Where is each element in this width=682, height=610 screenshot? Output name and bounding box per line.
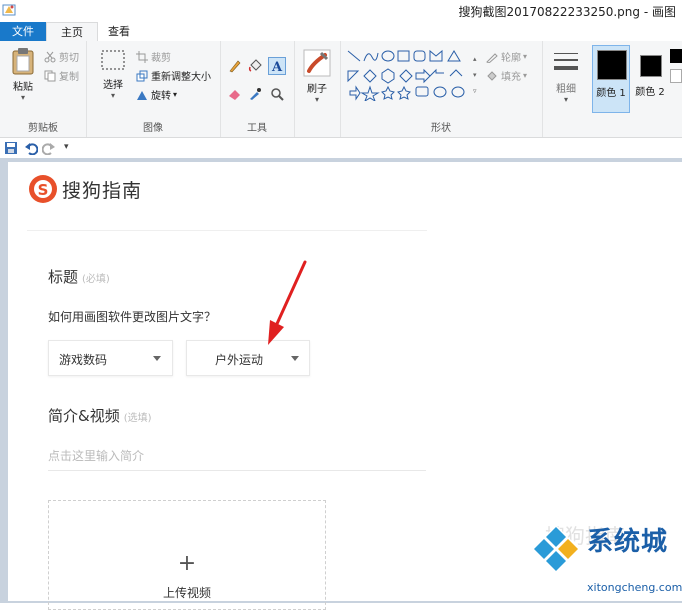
fill-label: 填充 <box>501 72 521 83</box>
brushes-group: 刷子 ▾ <box>294 41 341 137</box>
fill-icon <box>487 70 497 81</box>
cut-button[interactable]: 剪切 <box>44 49 79 64</box>
size-label: 粗细 <box>556 84 576 95</box>
size-dropdown-icon[interactable]: ▾ <box>548 95 584 104</box>
brushes-label: 刷子 <box>307 84 327 95</box>
fill-bucket-icon[interactable] <box>248 59 262 73</box>
text-tool-icon[interactable]: A <box>268 57 286 75</box>
color1-label: 颜色 1 <box>596 88 626 99</box>
eraser-icon[interactable] <box>228 87 242 101</box>
select-icon <box>101 50 125 70</box>
magnifier-icon[interactable] <box>270 87 284 101</box>
intro-underline <box>48 470 426 471</box>
undo-icon[interactable] <box>24 141 38 155</box>
upload-video-label: 上传视频 <box>162 586 211 600</box>
crop-icon <box>136 50 148 63</box>
paste-dropdown-icon[interactable]: ▾ <box>6 93 40 102</box>
resize-icon <box>136 70 148 81</box>
select-button[interactable]: 选择 ▾ <box>94 49 132 100</box>
rotate-button[interactable]: 旋转 ▾ <box>136 87 177 102</box>
tab-home[interactable]: 主页 <box>46 22 98 42</box>
color2-swatch <box>640 55 662 77</box>
select-dropdown-icon[interactable]: ▾ <box>94 91 132 100</box>
upload-video-box[interactable]: + 上传视频 <box>48 500 326 610</box>
color-picker-icon[interactable] <box>248 87 262 101</box>
tab-file[interactable]: 文件 <box>0 22 46 41</box>
ribbon-tab-bar: 文件 主页 查看 <box>0 22 682 42</box>
image-group-label: 图像 <box>143 123 163 134</box>
resize-button[interactable]: 重新调整大小 <box>136 68 211 83</box>
paint-app-icon[interactable] <box>2 2 16 16</box>
quick-access-toolbar: ▾ <box>0 138 682 158</box>
copy-label: 复制 <box>59 72 79 83</box>
palette-swatch-white[interactable] <box>670 69 682 83</box>
intro-optional-hint: (选填) <box>123 413 152 424</box>
plus-icon: + <box>177 551 197 576</box>
image-group: 选择 ▾ 裁剪 重新调整大小 旋转 ▾ 图像 <box>86 41 221 137</box>
tab-view[interactable]: 查看 <box>100 22 138 41</box>
clipboard-group-label: 剪贴板 <box>28 123 58 134</box>
copy-button[interactable]: 复制 <box>44 68 79 83</box>
outline-label: 轮廓 <box>501 53 521 64</box>
intro-field-label: 简介&视频 (选填) <box>48 405 152 426</box>
rotate-icon <box>137 90 147 100</box>
window-title: 搜狗截图20170822233250.png - 画图 <box>458 5 676 19</box>
resize-label: 重新调整大小 <box>151 72 211 83</box>
brush-icon <box>303 49 331 77</box>
rotate-dropdown-icon[interactable]: ▾ <box>173 90 177 99</box>
pencil-icon[interactable] <box>228 59 242 73</box>
save-icon[interactable] <box>4 141 18 155</box>
clipboard-group: 粘贴 ▾ 剪切 复制 剪贴板 <box>0 41 87 137</box>
paste-button[interactable]: 粘贴 ▾ <box>6 47 40 102</box>
cut-label: 剪切 <box>59 53 79 64</box>
outline-icon <box>486 52 498 63</box>
tools-group-label: 工具 <box>247 123 267 134</box>
paste-label: 粘贴 <box>13 82 33 93</box>
outline-button[interactable]: 轮廓 ▾ <box>486 49 527 64</box>
shapes-group: ▴ ▾ ▿ 轮廓 ▾ 填充 ▾ 形状 <box>340 41 543 137</box>
crop-label: 裁剪 <box>151 53 171 64</box>
brushes-button[interactable]: 刷子 ▾ <box>300 49 334 104</box>
shapes-scroll[interactable]: ▴ ▾ ▿ <box>473 51 477 99</box>
brushes-dropdown-icon[interactable]: ▾ <box>300 95 334 104</box>
size-group: 粗细 ▾ <box>542 41 590 137</box>
line-size-icon <box>554 53 578 70</box>
palette-swatch-black[interactable] <box>670 49 682 63</box>
fill-dropdown-icon[interactable]: ▾ <box>523 71 527 80</box>
redo-icon[interactable] <box>42 141 56 155</box>
shapes-gallery[interactable] <box>346 49 472 101</box>
color2-label: 颜色 2 <box>635 87 665 98</box>
select-label: 选择 <box>103 80 123 91</box>
color1-swatch <box>597 50 627 80</box>
color2-button[interactable]: 颜色 2 <box>632 45 668 113</box>
color1-button[interactable]: 颜色 1 <box>592 45 630 113</box>
svg-text:A: A <box>271 60 283 75</box>
scissors-icon <box>44 51 56 62</box>
crop-button[interactable]: 裁剪 <box>136 49 171 64</box>
title-bar: 搜狗截图20170822233250.png - 画图 <box>0 0 682 22</box>
intro-input[interactable]: 点击这里输入简介 <box>48 447 144 464</box>
outline-dropdown-icon[interactable]: ▾ <box>523 52 527 61</box>
rotate-label: 旋转 <box>151 91 171 102</box>
site-name-watermark: 系统城 <box>587 527 669 557</box>
size-button[interactable]: 粗细 ▾ <box>548 49 584 104</box>
copy-icon <box>44 70 56 81</box>
customize-toolbar-icon[interactable]: ▾ <box>64 142 69 152</box>
shapes-group-label: 形状 <box>431 123 451 134</box>
ribbon: 粘贴 ▾ 剪切 复制 剪贴板 选择 ▾ 裁剪 重新调整大小 旋转 ▾ 图像 A … <box>0 41 682 138</box>
xitongcheng-logo-icon <box>532 525 580 573</box>
fill-button[interactable]: 填充 ▾ <box>486 68 527 83</box>
intro-label: 简介&视频 <box>48 407 120 425</box>
tools-group: A 工具 <box>220 41 295 137</box>
site-url-watermark: xitongcheng.com <box>587 581 682 594</box>
paste-icon <box>12 48 34 75</box>
